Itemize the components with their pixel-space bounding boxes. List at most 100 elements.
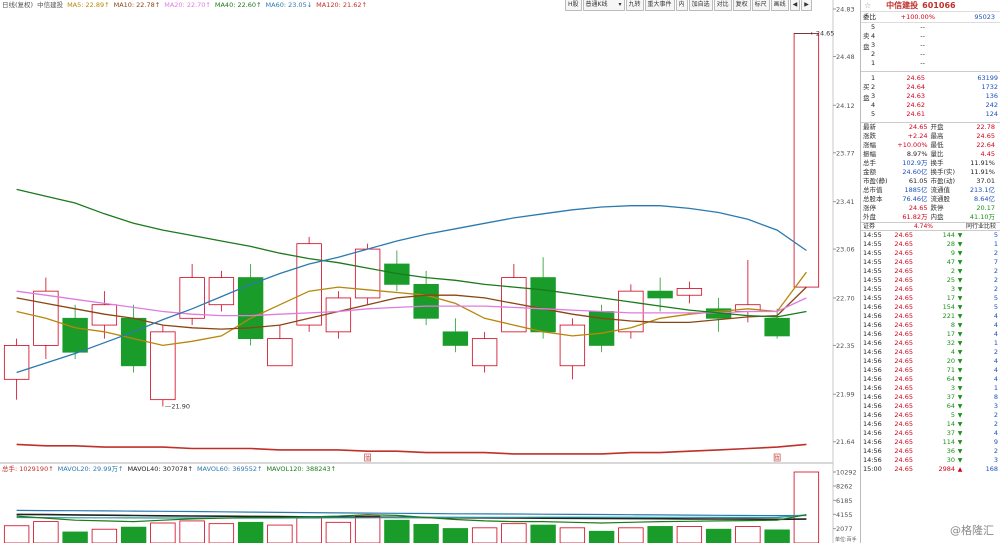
arrow-down-icon: ▼ [957,349,963,356]
buy-book: 买盘 1 24.65 63199 2 24.64 1732 3 24.63 136 4 24.62 2… [861,74,1000,122]
sector-row[interactable]: 证券 4.74% 同行业比较 [861,222,1000,231]
toolbar-item[interactable]: 标尺 [751,0,770,11]
trade-time: 14:55 [863,240,882,248]
ma-legend-item: MA120: 21.62↑ [316,1,367,9]
trade-volume: 5 [950,411,955,419]
trade-row: 14:56 24.65 154 ▼ 5 [861,303,1000,312]
level-index: 4 [871,101,876,109]
trade-count: 5 [993,294,998,302]
trade-volume: 32 [946,339,955,347]
stat-label: 涨幅 [863,141,876,149]
toolbar-item[interactable]: 复权 [732,0,751,11]
trade-count: 5 [993,231,998,239]
volume-bar [618,527,644,543]
trade-price: 24.65 [894,438,913,446]
candle-body [62,317,88,353]
trade-time: 14:56 [863,438,882,446]
toolbar-item[interactable]: ◀ [789,0,801,11]
trade-price: 24.65 [894,411,913,419]
watermark: @格隆汇 [950,524,994,537]
sell-level-row: 4 -- [861,32,1000,41]
level-price: 24.64 [906,83,925,91]
candle-body [442,331,469,346]
favorite-star-icon[interactable]: ☆ [864,1,871,10]
weibi-value: +100.00% [900,12,935,21]
arrow-down-icon: ▼ [957,412,963,419]
toolbar-item[interactable]: H股 [565,0,582,11]
kline-chart[interactable]: 24.83 24.48 24.12 23.77 23.41 23.06 22.70 22.35… [0,0,860,543]
trade-time: 14:56 [863,321,882,329]
toolbar-item[interactable]: 内 [675,0,688,11]
stock-code: 601066 [922,1,956,10]
trade-row: 14:56 24.65 8 ▼ 4 [861,321,1000,330]
stat-label: 最低 [930,141,944,149]
trade-row: 14:55 24.65 25 ▼ 2 [861,276,1000,285]
buy-level-row: 2 24.64 1732 [861,83,1000,92]
trade-count: 1 [993,240,998,248]
chart-background [0,0,833,543]
stat-value: 1885亿 [904,186,928,194]
stat-value: 61.82万 [902,213,928,221]
high-marker-label: ←24.65 [810,29,834,37]
trade-time: 14:56 [863,384,882,392]
trade-time: 14:56 [863,303,882,311]
stat-value: 24.65 [976,132,995,140]
stat-value: 213.1亿 [969,186,995,194]
stat-label: 最高 [930,132,944,140]
sector-compare-link[interactable]: 同行业比较 [933,222,998,231]
buy-side-label: 买盘 [863,83,870,102]
volume-bar [120,526,147,543]
stat-label: 总手 [863,159,876,167]
arrow-down-icon: ▼ [957,286,963,293]
trade-row: 14:55 24.65 9 ▼ 2 [861,249,1000,258]
level-volume: 242 [985,101,998,109]
trade-price: 24.65 [894,294,913,302]
stat-cell: 跌停 20.17 [931,204,999,213]
toolbar-item[interactable]: 对比 [713,0,732,11]
level-index: 4 [871,32,876,40]
toolbar-item[interactable]: 加自选 [688,0,713,11]
stat-cell: 振幅 8.97% [863,150,931,159]
price-tick-label: 24.48 [836,53,855,61]
trade-count: 4 [993,330,998,338]
trade-price: 24.65 [894,465,913,473]
stat-value: 20.17 [976,204,995,212]
toolbar-item[interactable]: 画线 [770,0,789,11]
trade-volume: 3 [950,384,955,392]
trade-count: 4 [993,321,998,329]
weibi-label: 委比 [863,12,876,21]
stat-label: 金额 [863,168,876,176]
trade-row: 14:56 24.65 14 ▼ 2 [861,420,1000,429]
volume-bar [179,520,205,543]
trade-time: 14:56 [863,456,882,464]
volume-bar [384,519,410,543]
trade-count: 8 [993,393,998,401]
toolbar-item[interactable]: ▶ [801,0,812,11]
trade-price: 24.65 [894,285,913,293]
kline-chart-area[interactable]: 24.83 24.48 24.12 23.77 23.41 23.06 22.70 22.35… [0,0,860,543]
trade-row: 14:56 24.65 20 ▼ 4 [861,357,1000,366]
stat-value: 22.78 [976,123,995,131]
stat-cell: 总手 102.9万 [863,159,931,168]
trade-count: 1 [993,339,998,347]
toolbar-item[interactable]: 九转 [625,0,644,11]
toolbar-item[interactable]: 重大事件 [644,0,675,11]
volume-legend: 总手: 1029190↑ MAVOL20: 29.99万↑ MAVOL40: 307… [2,465,340,474]
trade-volume: 28 [946,240,955,248]
volume-bar [442,528,469,543]
stat-cell: 最高 24.65 [931,132,999,141]
trade-time: 14:56 [863,366,882,374]
toolbar-item[interactable]: 普通K线 [582,0,625,11]
trade-price: 24.65 [894,393,913,401]
arrow-down-icon: ▼ [957,304,963,311]
volume-bar [705,528,732,543]
stat-cell: 外盘 61.82万 [863,213,931,222]
trade-price: 24.65 [894,375,913,383]
trade-volume: 36 [946,447,955,455]
trade-row: 14:56 24.65 30 ▼ 3 [861,456,1000,465]
trade-price: 24.65 [894,276,913,284]
level-index: 1 [871,59,876,67]
level-price: 24.61 [906,110,925,118]
buy-level-row: 4 24.62 242 [861,101,1000,110]
candle-body [676,288,703,296]
